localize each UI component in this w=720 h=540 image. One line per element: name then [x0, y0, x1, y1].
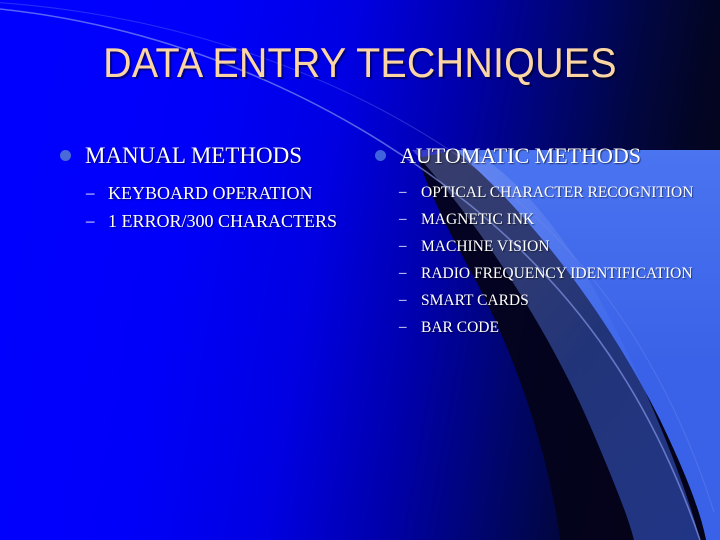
sub-item-label: MAGNETIC INK [421, 211, 535, 228]
bullet-item-manual-methods: MANUAL METHODS [60, 142, 360, 170]
dash-marker-icon: – [399, 184, 407, 200]
sub-item: – 1 ERROR/300 CHARACTERS [86, 208, 360, 234]
slide-title: DATA ENTRY TECHNIQUES [103, 39, 617, 86]
sub-item-label: 1 ERROR/300 CHARACTERS [108, 211, 338, 231]
dash-marker-icon: – [399, 238, 407, 254]
sub-item-label: BAR CODE [421, 319, 499, 336]
presentation-slide: DATA ENTRY TECHNIQUES MANUAL METHODS – K… [0, 0, 720, 540]
dash-marker-icon: – [399, 265, 407, 281]
sub-item: – RADIO FREQUENCY IDENTIFICATION [399, 261, 695, 286]
dash-marker-icon: – [399, 319, 407, 335]
dash-marker-icon: – [86, 183, 95, 202]
content-column-manual: MANUAL METHODS – KEYBOARD OPERATION – 1 … [60, 142, 360, 236]
sub-item: – MACHINE VISION [399, 234, 695, 259]
bullet-dot-icon [375, 150, 386, 161]
bullet-item-automatic-methods: AUTOMATIC METHODS [375, 142, 695, 170]
bullet-dot-icon [60, 150, 71, 161]
sub-item: – MAGNETIC INK [399, 207, 695, 232]
sub-item-label: MACHINE VISION [421, 238, 550, 255]
dash-marker-icon: – [399, 292, 407, 308]
sub-item: – SMART CARDS [399, 288, 695, 313]
sub-item: – BAR CODE [399, 315, 695, 340]
content-column-automatic: AUTOMATIC METHODS – OPTICAL CHARACTER RE… [375, 142, 695, 342]
sub-item-label: OPTICAL CHARACTER RECOGNITION [421, 184, 694, 201]
sub-item-label: SMART CARDS [421, 292, 529, 309]
sub-item: – KEYBOARD OPERATION [86, 180, 360, 206]
bullet-heading-label: AUTOMATIC METHODS [400, 143, 641, 168]
sub-item-list-automatic: – OPTICAL CHARACTER RECOGNITION – MAGNET… [399, 180, 695, 340]
sub-item-label: KEYBOARD OPERATION [108, 183, 313, 203]
sub-item-label: RADIO FREQUENCY IDENTIFICATION [421, 265, 693, 282]
bullet-heading-label: MANUAL METHODS [85, 143, 303, 168]
dash-marker-icon: – [86, 211, 95, 230]
sub-item: – OPTICAL CHARACTER RECOGNITION [399, 180, 695, 205]
dash-marker-icon: – [399, 211, 407, 227]
sub-item-list-manual: – KEYBOARD OPERATION – 1 ERROR/300 CHARA… [86, 180, 360, 234]
